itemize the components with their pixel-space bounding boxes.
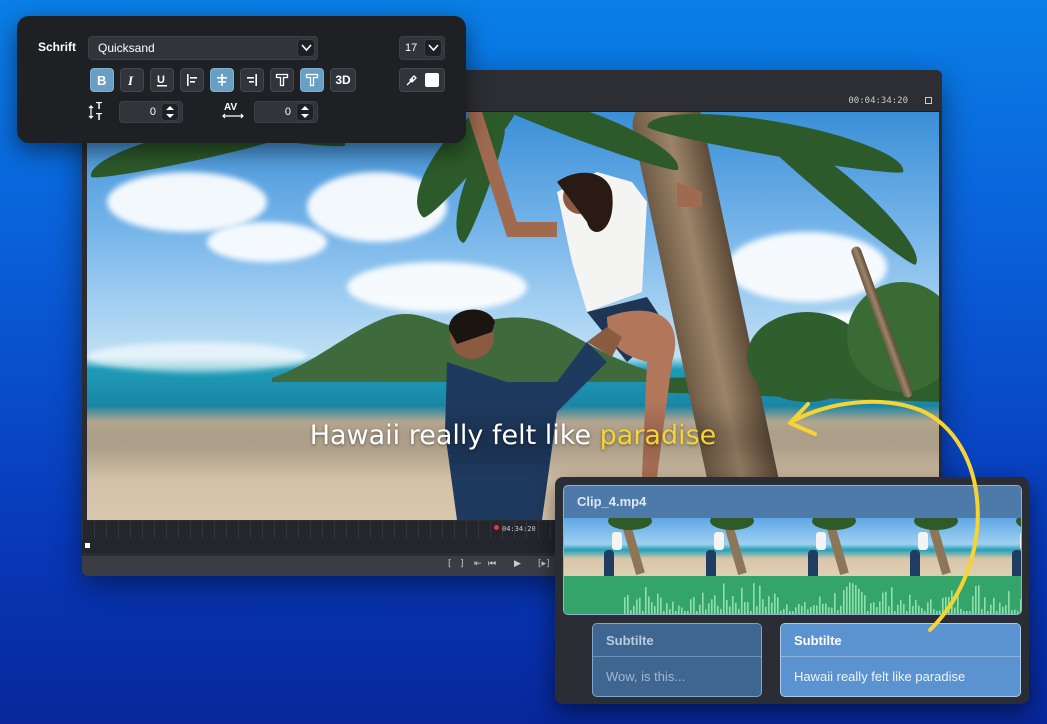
subtitle-clip[interactable]: Subtilte Wow, is this... (592, 623, 762, 697)
clip-thumbnail (666, 518, 768, 576)
bold-icon: B (97, 73, 106, 87)
audio-waveform (564, 576, 1021, 614)
play-icon[interactable]: ▶ (514, 559, 521, 569)
clip-name: Clip_4.mp4 (577, 494, 647, 509)
text-3d-button[interactable]: 3D (330, 68, 356, 92)
timeline-track-panel: Clip_4.mp4 Subtilte Wow, is this... Subt… (555, 477, 1029, 704)
svg-text:U: U (157, 74, 165, 86)
stepper-icon[interactable] (161, 103, 179, 121)
underline-icon: U (157, 74, 167, 87)
align-right-button[interactable] (240, 68, 264, 92)
font-size-select[interactable]: 17 (399, 36, 445, 60)
svg-text:I: I (127, 73, 134, 87)
playhead-marker[interactable] (494, 525, 499, 530)
in-marker[interactable] (85, 543, 90, 548)
align-left-icon (187, 74, 197, 86)
divider (781, 656, 1020, 657)
underline-button[interactable]: U (150, 68, 174, 92)
line-spacing-value: 0 (149, 106, 156, 118)
subtitle-text: Hawaii really felt like paradise (794, 669, 966, 684)
caption-text: Hawaii really felt like (309, 420, 600, 451)
clip-thumbnails (564, 518, 1021, 576)
clip-thumbnail (564, 518, 666, 576)
caption-highlight: paradise (599, 420, 717, 451)
caption-overlay[interactable]: Hawaii really felt like paradise (87, 420, 939, 451)
kerning-value: 0 (284, 106, 291, 118)
subtitle-clip-selected[interactable]: Subtilte Hawaii really felt like paradis… (780, 623, 1021, 697)
svg-text:B: B (97, 73, 106, 87)
align-right-icon (247, 74, 257, 86)
font-section-label: Schrift (38, 40, 77, 54)
font-family-value: Quicksand (98, 41, 155, 55)
svg-text:T: T (96, 101, 102, 112)
playhead-time: 04:34:20 (502, 525, 536, 533)
bold-button[interactable]: B (90, 68, 114, 92)
previous-frame-icon[interactable]: ⏮ (488, 559, 496, 569)
divider (593, 656, 761, 657)
svg-text:T: T (96, 112, 102, 122)
text-outline-button[interactable] (270, 68, 294, 92)
chevron-down-icon[interactable] (297, 39, 315, 57)
kerning-icon: AV (222, 102, 244, 119)
italic-button[interactable]: I (120, 68, 144, 92)
svg-text:AV: AV (224, 102, 237, 113)
subtitle-header: Subtilte (781, 624, 1020, 656)
mark-in-icon[interactable]: [ (448, 559, 452, 569)
line-spacing-icon: T T (88, 101, 102, 122)
timecode-display: 00:04:34:20 (848, 96, 908, 106)
chevron-down-icon[interactable] (424, 39, 442, 57)
kerning-input[interactable]: 0 (254, 101, 318, 123)
line-spacing-input[interactable]: 0 (119, 101, 183, 123)
clip-thumbnail (768, 518, 870, 576)
text-shadow-icon (305, 73, 319, 87)
video-preview[interactable]: Hawaii really felt like paradise (87, 112, 939, 520)
align-center-button[interactable] (210, 68, 234, 92)
text-outline-icon (275, 73, 289, 87)
clip-thumbnail (870, 518, 972, 576)
font-size-value: 17 (405, 42, 418, 54)
stepper-icon[interactable] (296, 103, 314, 121)
subtitle-text: Wow, is this... (606, 669, 686, 684)
clip-thumbnail (972, 518, 1021, 576)
eyedropper-icon (406, 75, 417, 86)
video-clip[interactable]: Clip_4.mp4 (563, 485, 1022, 615)
subtitle-title: Subtilte (606, 633, 654, 648)
italic-icon: I (127, 73, 134, 87)
color-swatch (425, 73, 439, 87)
fullscreen-icon[interactable] (925, 97, 932, 104)
clip-header: Clip_4.mp4 (564, 486, 1021, 518)
align-center-icon (217, 74, 227, 86)
text-color-picker[interactable] (399, 68, 445, 92)
font-settings-panel: Schrift Quicksand 17 B I U 3D T T 0 AV 0 (17, 16, 466, 143)
mark-out-icon[interactable]: ] (460, 559, 464, 569)
align-left-button[interactable] (180, 68, 204, 92)
subtitle-title: Subtilte (794, 633, 842, 648)
subtitle-header: Subtilte (593, 624, 761, 656)
go-to-in-icon[interactable]: ⇤ (474, 559, 482, 569)
text-shadow-button[interactable] (300, 68, 324, 92)
font-family-select[interactable]: Quicksand (88, 36, 318, 60)
next-marker-icon[interactable]: [▸] (538, 559, 550, 569)
